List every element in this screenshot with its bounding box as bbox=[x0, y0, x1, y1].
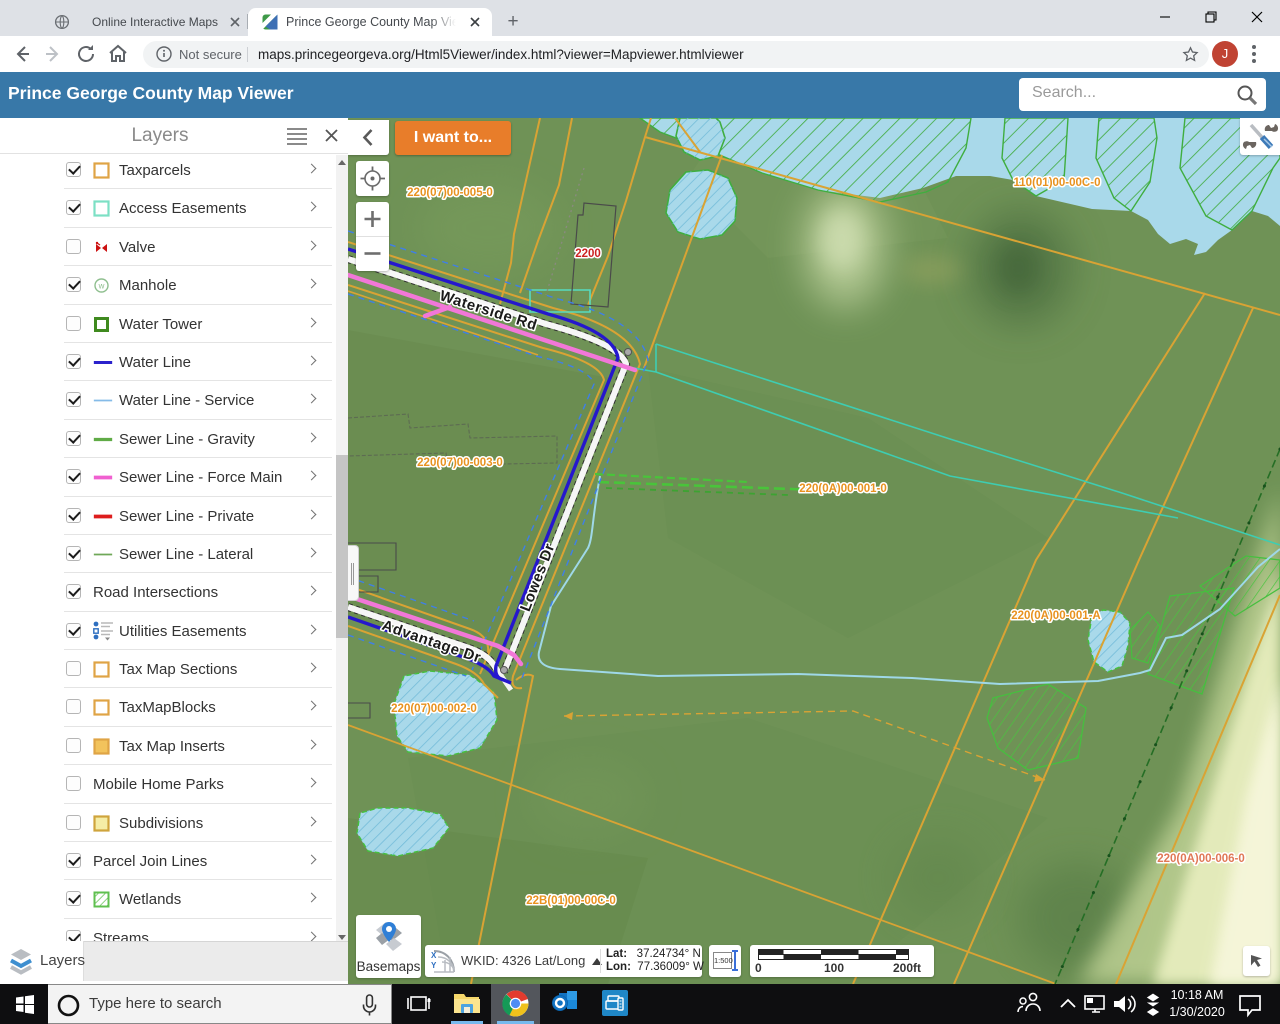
svg-text:22B(01)00-00C-0: 22B(01)00-00C-0 bbox=[526, 895, 616, 907]
svg-text:w: w bbox=[98, 282, 105, 291]
svg-text:220(0A)00-001-A: 220(0A)00-001-A bbox=[1011, 610, 1101, 622]
svg-text:X: X bbox=[431, 951, 437, 960]
svg-text:110(01)00-00C-0: 110(01)00-00C-0 bbox=[1014, 177, 1101, 189]
svg-text:220(07)00-003-0: 220(07)00-003-0 bbox=[417, 457, 503, 469]
svg-text:220(07)00-002-0: 220(07)00-002-0 bbox=[391, 703, 477, 715]
svg-text:220(07)00-005-0: 220(07)00-005-0 bbox=[407, 187, 493, 199]
svg-text:2200: 2200 bbox=[575, 248, 601, 260]
svg-text:Y: Y bbox=[431, 961, 437, 970]
svg-text:220(0A)00-001-0: 220(0A)00-001-0 bbox=[799, 483, 887, 495]
svg-text:220(0A)00-006-0: 220(0A)00-006-0 bbox=[1157, 853, 1245, 865]
